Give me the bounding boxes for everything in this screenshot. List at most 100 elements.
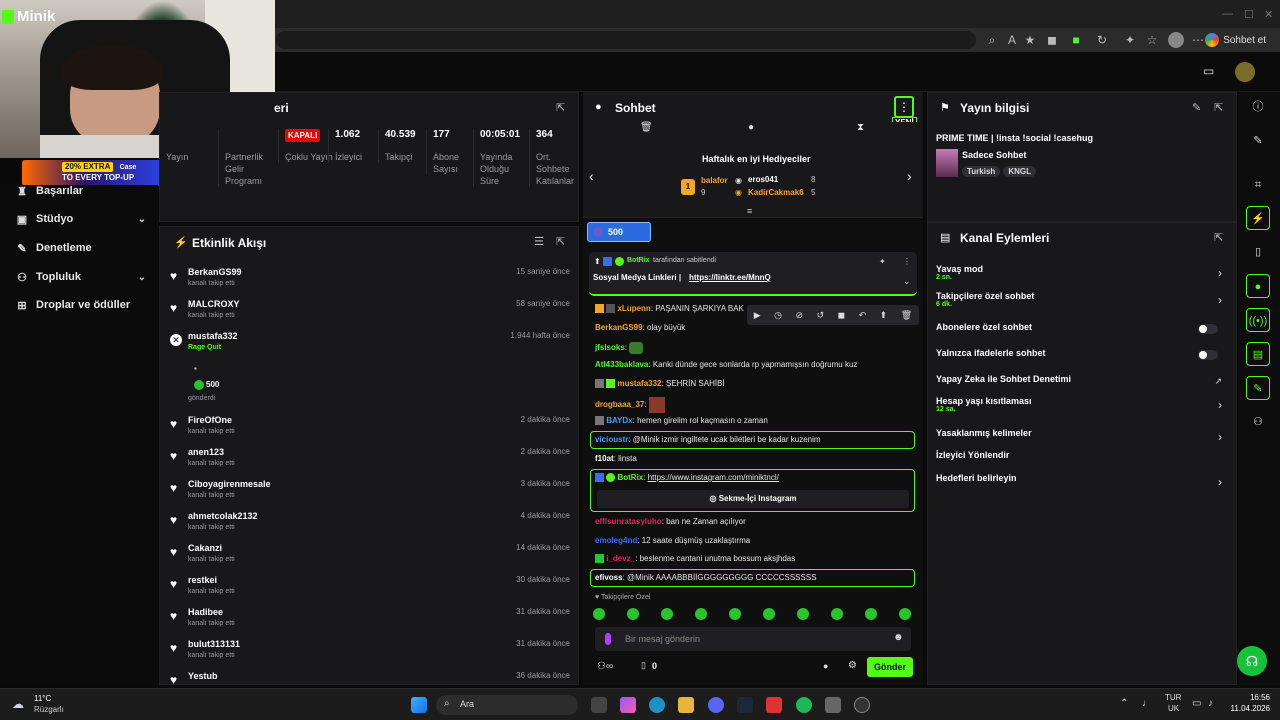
reply-icon[interactable]: ↺ (817, 310, 825, 321)
bolt-icon[interactable]: ⚡ (1246, 206, 1270, 230)
chat-message[interactable]: BAYDx: hemen girelim rol kaçmasın o zama… (595, 416, 768, 426)
clip-icon[interactable]: ⌗ (1246, 173, 1270, 197)
action-raid[interactable]: İzleyici Yönlendir (936, 450, 1230, 470)
discord-icon[interactable] (708, 697, 724, 713)
chat-message-bot[interactable]: BotRix: https://www.instagram.com/minikt… (595, 473, 779, 483)
emote-icon[interactable] (763, 608, 775, 620)
chat-message[interactable]: xLupenn: PAŞANIN ŞARKIYA BAK (595, 304, 744, 314)
chevron-up-icon[interactable]: ⌃ (1120, 698, 1128, 709)
profile-avatar-icon[interactable] (1168, 32, 1184, 48)
popout-icon[interactable]: ⇱ (1214, 101, 1223, 114)
undo-icon[interactable]: ↶ (859, 310, 867, 321)
emotes-only-toggle[interactable] (1198, 350, 1218, 360)
chat-message[interactable]: BerkanGS99: olay büyük (595, 323, 685, 332)
chat-message[interactable]: mustafa332: ŞEHRİN SAHİBİ (595, 379, 725, 389)
collapse-icon[interactable]: ≡ (747, 206, 752, 216)
info-icon[interactable]: ⓘ (1246, 95, 1270, 119)
refresh-icon[interactable]: ↻ (1094, 32, 1110, 48)
play-icon[interactable]: ▶ (754, 310, 761, 321)
obs-icon[interactable] (854, 697, 870, 713)
hourglass-icon[interactable]: ⧗ (857, 122, 864, 133)
minimize-icon[interactable]: — (1222, 8, 1233, 20)
pencil-icon[interactable]: ✎ (1246, 129, 1270, 153)
emote-icon[interactable] (865, 608, 877, 620)
sub-goal-pill[interactable]: 500 (587, 222, 651, 242)
users-icon[interactable]: ⚇ (1246, 410, 1270, 434)
edit-icon[interactable]: ✎ (1192, 101, 1201, 114)
chat-message[interactable]: Atl433baklava: Kanki dünde gece sonlarda… (595, 360, 857, 369)
favorite-star-icon[interactable]: ★ (1022, 32, 1038, 48)
chat-message-mention[interactable]: vicioustr: @Minik izmir ingiltete ucak b… (595, 435, 821, 444)
popout-icon[interactable]: ⇱ (1214, 231, 1223, 244)
copilot-icon[interactable] (620, 697, 636, 713)
user-avatar[interactable] (1235, 62, 1255, 82)
infinity-icon[interactable]: ⚇∞ (597, 661, 613, 672)
network-icon[interactable]: ▭ (1192, 698, 1201, 709)
chat-input[interactable]: Bir mesaj gönderin ☻ (595, 627, 911, 651)
start-button-icon[interactable] (411, 697, 427, 713)
chat-message[interactable]: emoleg4nd: 12 saate düşmüş uzaklaştırma (595, 536, 750, 545)
chevron-left-icon[interactable]: ‹ (589, 168, 594, 184)
volume-icon[interactable]: ♪ (1208, 698, 1213, 709)
help-chat-button[interactable]: ☊ (1237, 646, 1267, 676)
chevron-down-icon[interactable]: ⌄ (903, 276, 911, 287)
unpin-icon[interactable]: ✦ (879, 257, 886, 266)
emote-icon[interactable] (661, 608, 673, 620)
zoom-icon[interactable]: ⌕ (984, 32, 1000, 48)
chat-message[interactable]: f10at: linsta (595, 454, 637, 463)
action-banned-words[interactable]: Yasaklanmış kelimeler › (936, 428, 1230, 448)
theater-mode-icon[interactable]: ▭ (1203, 64, 1214, 78)
emote-icon[interactable] (831, 608, 843, 620)
pinned-link[interactable]: https://linktr.ee/MnnQ (689, 273, 771, 282)
read-aloud-icon[interactable]: A (1004, 32, 1020, 48)
chat-message[interactable]: jfslsoks: (595, 342, 644, 354)
document-icon[interactable]: ▯ (1246, 240, 1270, 264)
chat-message-mention[interactable]: efivoss: @Minik AAAABBBİİGGGGGGGGG CCCCC… (595, 573, 817, 582)
clock-time[interactable]: 16:56 (1230, 693, 1270, 702)
chat-bubble-icon[interactable]: ● (1246, 274, 1270, 298)
category-thumbnail[interactable] (936, 149, 958, 177)
maximize-icon[interactable]: ☐ (1244, 8, 1254, 21)
nav-denetleme[interactable]: ✎ Denetleme (16, 239, 146, 257)
edge-icon[interactable] (649, 697, 665, 713)
steam-icon[interactable] (737, 697, 753, 713)
pin-icon[interactable]: ⬆ (880, 310, 888, 321)
kick-extension-icon[interactable]: ■ (1068, 32, 1084, 48)
timeout-icon[interactable]: ◷ (774, 310, 782, 321)
chat-menu-button[interactable]: ⋮ (894, 96, 914, 118)
chevron-right-icon[interactable]: › (907, 168, 912, 184)
action-slow-mode[interactable]: Yavaş mod 2 sn. › (936, 264, 1230, 284)
chat-message[interactable]: i_devz_: beslenme cantani unutma bossum … (595, 554, 795, 564)
action-account-age[interactable]: Hesap yaşı kısıtlaması 12 sa. › (936, 396, 1230, 416)
trash-icon[interactable]: 🗑 (901, 310, 912, 321)
chat-icon[interactable]: ● (748, 122, 754, 133)
clock-date[interactable]: 11.04.2026 (1226, 704, 1270, 713)
ban-icon[interactable]: ⊘ (796, 310, 804, 321)
spotify-icon[interactable] (796, 697, 812, 713)
send-button[interactable]: Gönder (867, 657, 913, 677)
emote-icon[interactable] (899, 608, 911, 620)
chat-message[interactable]: efflsunratasyluho: ban ne Zaman açılıyor (595, 517, 746, 526)
emote-icon[interactable] (593, 608, 605, 620)
filter-icon[interactable]: ☰ (534, 235, 544, 248)
subscribers-only-toggle[interactable] (1198, 324, 1218, 334)
action-set-goals[interactable]: Hedefleri belirleyin › (936, 473, 1230, 493)
emoji-icon[interactable]: ☻ (893, 632, 904, 643)
action-ai-moderation[interactable]: Yapay Zeka ile Sohbet Denetimi ↗ (936, 374, 1230, 394)
extension-icon[interactable]: ◼ (1044, 32, 1060, 48)
category-name[interactable]: Sadece Sohbet (962, 150, 1027, 160)
emote-icon[interactable] (627, 608, 639, 620)
popout-icon[interactable]: ⇱ (556, 235, 565, 248)
popout-icon[interactable]: ⇱ (556, 101, 565, 114)
mic-icon[interactable]: ♩ (1142, 698, 1152, 709)
taskbar-search[interactable]: ⌕ Ara (436, 695, 578, 715)
action-followers-only[interactable]: Takipçilere özel sohbet 6 dk. › (936, 291, 1230, 311)
actions-list-icon[interactable]: ▤ (1246, 342, 1270, 366)
app-icon[interactable] (766, 697, 782, 713)
more-icon[interactable]: ⋮ (903, 257, 911, 266)
close-icon[interactable]: ✕ (1264, 8, 1273, 21)
file-explorer-icon[interactable] (678, 697, 694, 713)
settings-icon[interactable] (825, 697, 841, 713)
task-view-icon[interactable] (591, 697, 607, 713)
nav-droplar[interactable]: ⊞ Droplar ve ödüller (16, 296, 146, 314)
